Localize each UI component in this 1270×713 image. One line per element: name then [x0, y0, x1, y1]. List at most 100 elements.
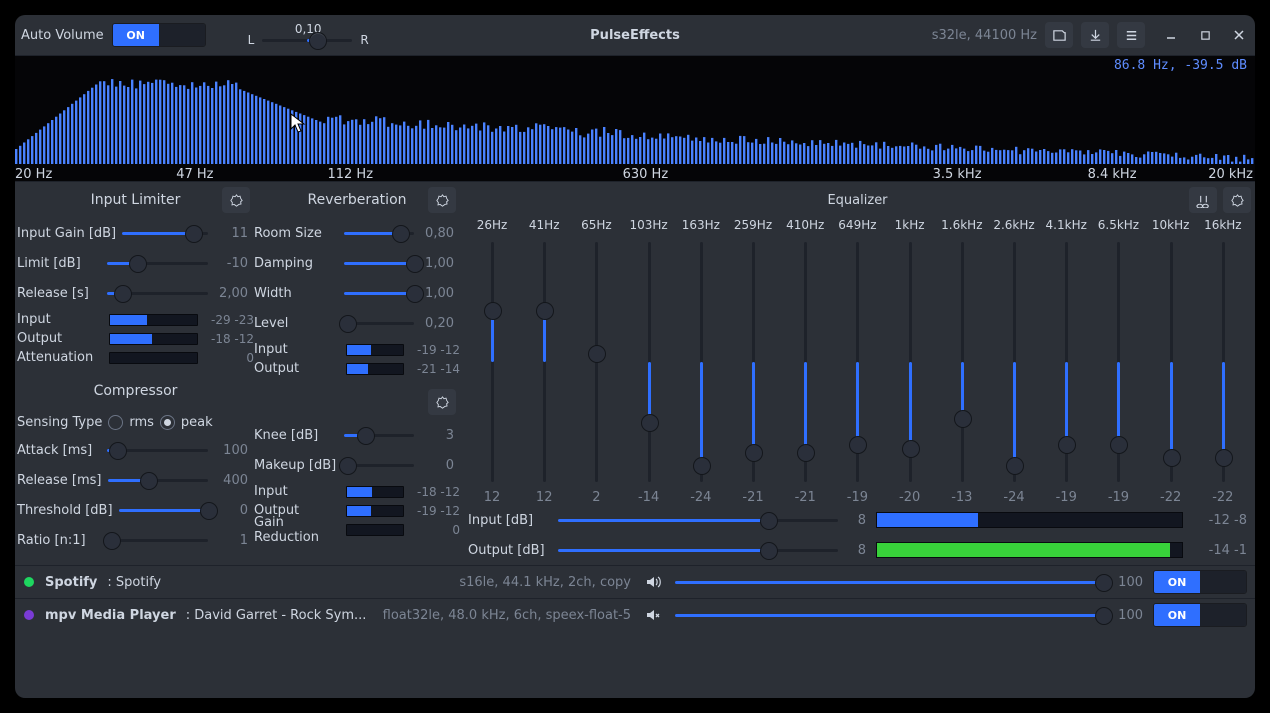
close-button[interactable]	[1229, 25, 1249, 45]
reverb-meter-row: Output-21 -14	[254, 359, 460, 378]
reverb-label: Room Size	[254, 226, 338, 241]
app-name: mpv Media Player	[45, 608, 176, 623]
sensing-rms-radio[interactable]: rms	[108, 415, 154, 430]
spectrum-axis-label: 20 kHz	[1208, 167, 1253, 182]
reverb-slider[interactable]	[344, 225, 414, 241]
eq-band-slider[interactable]	[745, 242, 761, 482]
compressor-value: 3	[420, 428, 454, 443]
eq-input-meter	[876, 512, 1183, 528]
eq-band-value: -14	[638, 490, 659, 505]
compressor-meter-value: -18 -12	[412, 485, 460, 499]
compressor-meter-label: Gain Reduction	[254, 515, 338, 545]
limiter-slider[interactable]	[107, 255, 208, 271]
compressor-meter-row: Gain Reduction0	[254, 520, 460, 539]
reverb-value: 0,20	[420, 316, 454, 331]
eq-band-slider[interactable]	[849, 242, 865, 482]
eq-input-slider[interactable]	[558, 512, 838, 528]
eq-band-value: -21	[795, 490, 816, 505]
eq-input-peak: -12 -8	[1193, 513, 1247, 528]
compressor-value: 0	[420, 458, 454, 473]
eq-band-slider[interactable]	[1215, 242, 1231, 482]
limiter-value: -10	[214, 256, 248, 271]
minimize-button[interactable]	[1161, 25, 1181, 45]
limiter-slider[interactable]	[107, 285, 208, 301]
eq-band-value: 12	[484, 490, 501, 505]
eq-band-slider[interactable]	[902, 242, 918, 482]
eq-band-freq: 4.1kHz	[1046, 218, 1087, 236]
compressor-meter-value: -19 -12	[412, 504, 460, 518]
eq-band-value: -19	[1056, 490, 1077, 505]
eq-preset-button[interactable]	[1189, 187, 1217, 213]
compressor-slider[interactable]	[119, 502, 208, 518]
app-format: float32le, 48.0 kHz, 6ch, speex-float-5	[383, 608, 631, 623]
maximize-button[interactable]	[1195, 25, 1215, 45]
eq-band-freq: 41Hz	[529, 218, 560, 236]
menu-button[interactable]	[1117, 22, 1145, 48]
limiter-slider[interactable]	[122, 225, 208, 241]
limiter-label: Limit [dB]	[17, 256, 101, 271]
compressor-slider[interactable]	[108, 472, 208, 488]
eq-band: 65Hz2	[570, 218, 622, 505]
eq-band-value: 12	[536, 490, 553, 505]
eq-band-slider[interactable]	[484, 242, 500, 482]
reverb-slider[interactable]	[344, 255, 414, 271]
eq-band-slider[interactable]	[536, 242, 552, 482]
eq-band: 649Hz-19	[831, 218, 883, 505]
eq-band-slider[interactable]	[693, 242, 709, 482]
audio-format: s32le, 44100 Hz	[932, 28, 1037, 43]
reverb-slider[interactable]	[344, 315, 414, 331]
reverb-row: Room Size0,80	[254, 218, 460, 248]
compressor-settings-button[interactable]	[428, 389, 456, 415]
compressor-slider[interactable]	[344, 457, 414, 473]
eq-band-slider[interactable]	[1110, 242, 1126, 482]
reverb-row: Damping1,00	[254, 248, 460, 278]
limiter-row: Limit [dB] -10	[17, 248, 254, 278]
equalizer-panel: Equalizer 26Hz1241Hz1265Hz2103Hz-14163Hz…	[460, 182, 1255, 565]
eq-band-slider[interactable]	[1058, 242, 1074, 482]
compressor-slider[interactable]	[107, 442, 208, 458]
app-row: Spotify: Spotifys16le, 44.1 kHz, 2ch, co…	[15, 566, 1255, 599]
eq-output-slider[interactable]	[558, 542, 838, 558]
balance-right-label: R	[360, 33, 368, 47]
eq-band: 4.1kHz -19	[1040, 218, 1092, 505]
limiter-value: 2,00	[214, 286, 248, 301]
app-icon	[23, 576, 35, 588]
eq-band-freq: 26Hz	[477, 218, 508, 236]
app-enable-switch[interactable]: ON	[1153, 603, 1247, 627]
save-preset-button[interactable]	[1081, 22, 1109, 48]
balance-slider[interactable]	[262, 32, 352, 48]
app-volume-slider[interactable]	[675, 607, 1105, 623]
app-mute-button[interactable]	[645, 607, 661, 623]
eq-band-slider[interactable]	[954, 242, 970, 482]
limiter-label: Release [s]	[17, 286, 101, 301]
reverb-settings-button[interactable]	[428, 187, 456, 213]
app-mute-button[interactable]	[645, 574, 661, 590]
eq-input-value: 8	[848, 513, 866, 528]
compressor-row: Makeup [dB]0	[254, 450, 460, 480]
reverb-row: Level0,20	[254, 308, 460, 338]
auto-volume-label: Auto Volume	[21, 28, 104, 43]
app-row: mpv Media Player: David Garret - Rock Sy…	[15, 599, 1255, 631]
eq-band-slider[interactable]	[641, 242, 657, 482]
sensing-peak-radio[interactable]: peak	[160, 415, 213, 430]
open-preset-button[interactable]	[1045, 22, 1073, 48]
eq-band-slider[interactable]	[797, 242, 813, 482]
reverb-slider[interactable]	[344, 285, 414, 301]
eq-output-label: Output [dB]	[468, 543, 548, 558]
eq-settings-button[interactable]	[1223, 187, 1251, 213]
app-enable-switch[interactable]: ON	[1153, 570, 1247, 594]
eq-band-slider[interactable]	[1006, 242, 1022, 482]
compressor-value: 100	[214, 443, 248, 458]
limiter-meter-value: -29 -23	[206, 313, 254, 327]
eq-band-freq: 259Hz	[734, 218, 772, 236]
compressor-row: Knee [dB]3	[254, 420, 460, 450]
eq-band-slider[interactable]	[588, 242, 604, 482]
eq-band-slider[interactable]	[1163, 242, 1179, 482]
eq-band: 16kHz-22	[1197, 218, 1249, 505]
auto-volume-switch[interactable]: ON	[112, 23, 206, 47]
compressor-slider[interactable]	[344, 427, 414, 443]
app-volume-slider[interactable]	[675, 574, 1105, 590]
compressor-slider[interactable]	[107, 532, 208, 548]
limiter-settings-button[interactable]	[222, 187, 250, 213]
limiter-meter-row: Attenuation0	[17, 348, 254, 367]
